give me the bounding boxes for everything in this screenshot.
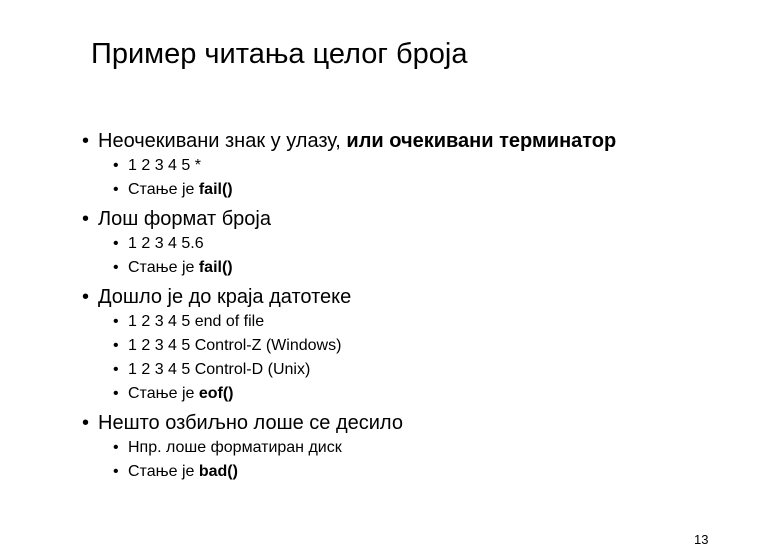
sub-bullet-item: • 1 2 3 4 5 end of file — [82, 310, 742, 334]
sub-bullet-item: • 1 2 3 4 5 Control-Z (Windows) — [82, 334, 742, 358]
bullet-icon: • — [82, 412, 90, 434]
slide: Пример читања целог броја • Неочекивани з… — [0, 0, 770, 558]
bullet-text: Нешто озбиљно лоше се десило — [98, 412, 403, 434]
bullet-item: • Лош формат броја — [82, 206, 742, 232]
sub-bullet-text: Стање је — [128, 385, 199, 402]
sub-bullet-item: • Нпр. лоше форматиран диск — [82, 436, 742, 460]
sub-bullet-text-bold: eof() — [198, 385, 234, 402]
sub-bullet-text-bold: fail() — [198, 181, 233, 198]
sub-bullet-text: 1 2 3 4 5.6 — [128, 235, 204, 252]
sub-bullet-text: Стање је — [128, 181, 199, 198]
bullet-icon: • — [113, 337, 119, 354]
bullet-icon: • — [113, 235, 119, 252]
sub-bullet-item: • 1 2 3 4 5 * — [82, 154, 742, 178]
sub-bullet-text: 1 2 3 4 5 Control-D (Unix) — [128, 361, 311, 378]
bullet-item: • Неочекивани знак у улазу, или очекивани… — [82, 128, 742, 154]
page-number: 13 — [694, 532, 709, 547]
sub-bullet-text: Стање је — [128, 259, 199, 276]
bullet-icon: • — [113, 181, 119, 198]
bullet-text: Неочекивани знак у улазу, — [98, 130, 347, 152]
bullet-list: • Неочекивани знак у улазу, или очекивани… — [82, 128, 742, 484]
bullet-icon: • — [113, 385, 119, 402]
sub-bullet-text: Нпр. лоше форматиран диск — [128, 439, 342, 456]
slide-title: Пример читања целог броја — [91, 38, 468, 70]
sub-bullet-item: • Стање је fail() — [82, 178, 742, 202]
sub-bullet-item: • 1 2 3 4 5.6 — [82, 232, 742, 256]
bullet-icon: • — [113, 439, 119, 456]
bullet-icon: • — [113, 313, 119, 330]
bullet-item: • Нешто озбиљно лоше се десило — [82, 410, 742, 436]
bullet-text: Дошло је до краја датотеке — [98, 286, 352, 308]
bullet-icon: • — [113, 463, 119, 480]
bullet-icon: • — [113, 259, 119, 276]
sub-bullet-item: • Стање је eof() — [82, 382, 742, 406]
sub-bullet-text: 1 2 3 4 5 Control-Z (Windows) — [128, 337, 342, 354]
sub-bullet-text: 1 2 3 4 5 * — [128, 157, 201, 174]
sub-bullet-text-bold: bad() — [198, 463, 238, 480]
sub-bullet-text-bold: fail() — [198, 259, 233, 276]
bullet-icon: • — [113, 157, 119, 174]
bullet-icon: • — [82, 286, 90, 308]
sub-bullet-item: • 1 2 3 4 5 Control-D (Unix) — [82, 358, 742, 382]
bullet-item: • Дошло је до краја датотеке — [82, 284, 742, 310]
bullet-text-bold: или очекивани терминатор — [346, 130, 617, 152]
sub-bullet-item: • Стање је bad() — [82, 460, 742, 484]
sub-bullet-text: Стање је — [128, 463, 199, 480]
bullet-icon: • — [82, 208, 90, 230]
bullet-icon: • — [82, 130, 90, 152]
sub-bullet-text: 1 2 3 4 5 end of file — [128, 313, 265, 330]
bullet-icon: • — [113, 361, 119, 378]
bullet-text: Лош формат броја — [98, 208, 271, 230]
sub-bullet-item: • Стање је fail() — [82, 256, 742, 280]
